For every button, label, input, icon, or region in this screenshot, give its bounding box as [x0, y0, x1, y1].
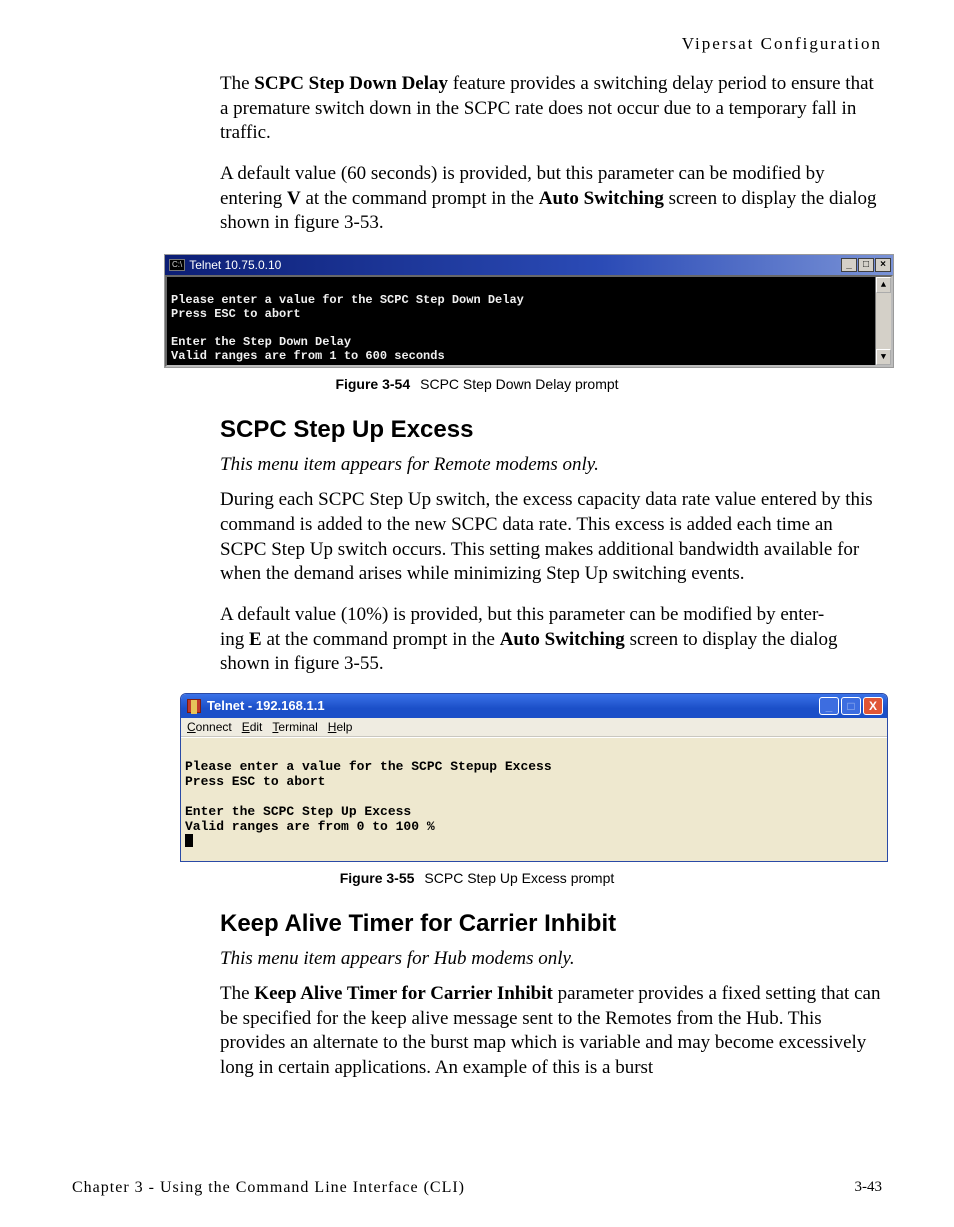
page-header: Vipersat Configuration [72, 34, 882, 54]
figure-text: SCPC Step Up Excess prompt [424, 870, 614, 886]
scroll-up-button[interactable]: ▲ [876, 277, 891, 293]
text-bold: Keep Alive Timer for Carrier Inhibit [254, 983, 553, 1004]
close-button[interactable]: X [863, 697, 883, 715]
menu-help[interactable]: Help [328, 720, 353, 734]
text: A default value (10%) is provided, but t… [220, 604, 824, 625]
footer-page-number: 3-43 [855, 1179, 883, 1197]
window-title: Telnet 10.75.0.10 [189, 258, 841, 272]
scrollbar[interactable]: ▲ ▼ [875, 277, 891, 365]
maximize-button[interactable]: □ [841, 697, 861, 715]
close-button[interactable]: × [875, 258, 891, 272]
text: ing [220, 629, 249, 650]
minimize-button[interactable]: _ [819, 697, 839, 715]
titlebar[interactable]: Telnet - 192.168.1.1 _ □ X [181, 694, 887, 718]
paragraph-scpc-step-down-1: The SCPC Step Down Delay feature provide… [220, 72, 882, 146]
telnet-icon [187, 699, 201, 713]
scroll-down-button[interactable]: ▼ [876, 349, 891, 365]
maximize-button[interactable]: □ [858, 258, 874, 272]
text-bold: Auto Switching [500, 629, 625, 650]
paragraph-step-up-1: During each SCPC Step Up switch, the exc… [220, 488, 882, 587]
text: The [220, 983, 254, 1004]
figure-caption-54: Figure 3-54 SCPC Step Down Delay prompt [72, 376, 882, 392]
telnet-window-1: C:\ Telnet 10.75.0.10 _ □ × Please enter… [164, 254, 894, 368]
cmd-icon: C:\ [169, 259, 185, 271]
text: at the command prompt in the [262, 629, 500, 650]
figure-label: Figure 3-54 [335, 376, 410, 392]
terminal-output[interactable]: Please enter a value for the SCPC Step D… [167, 277, 875, 365]
menu-terminal[interactable]: Terminal [272, 720, 317, 734]
text-bold: E [249, 629, 262, 650]
text: at the command prompt in the [301, 188, 539, 209]
terminal-output[interactable]: Please enter a value for the SCPC Stepup… [181, 737, 887, 861]
minimize-button[interactable]: _ [841, 258, 857, 272]
figure-label: Figure 3-55 [340, 870, 415, 886]
figure-text: SCPC Step Down Delay prompt [420, 376, 618, 392]
window-title: Telnet - 192.168.1.1 [207, 698, 819, 713]
text-bold: Auto Switching [539, 188, 664, 209]
note-hub-only: This menu item appears for Hub modems on… [220, 948, 882, 970]
paragraph-step-up-2: A default value (10%) is provided, but t… [220, 603, 882, 677]
paragraph-keep-alive-1: The Keep Alive Timer for Carrier Inhibit… [220, 982, 882, 1081]
telnet-window-2: Telnet - 192.168.1.1 _ □ X CConnectonnec… [180, 693, 888, 862]
text: The [220, 73, 254, 94]
heading-step-up-excess: SCPC Step Up Excess [220, 416, 882, 444]
paragraph-scpc-step-down-2: A default value (60 seconds) is provided… [220, 162, 882, 236]
footer-chapter: Chapter 3 - Using the Command Line Inter… [72, 1179, 465, 1197]
page-footer: Chapter 3 - Using the Command Line Inter… [72, 1179, 882, 1197]
cursor [185, 834, 193, 847]
menu-connect[interactable]: CConnectonnect [187, 720, 232, 734]
heading-keep-alive: Keep Alive Timer for Carrier Inhibit [220, 910, 882, 938]
text-bold: SCPC Step Down Delay [254, 73, 448, 94]
menubar[interactable]: CConnectonnect Edit Terminal Help [181, 718, 887, 737]
figure-caption-55: Figure 3-55 SCPC Step Up Excess prompt [72, 870, 882, 886]
titlebar[interactable]: C:\ Telnet 10.75.0.10 _ □ × [165, 255, 893, 275]
text-bold: V [287, 188, 301, 209]
note-remote-only: This menu item appears for Remote modems… [220, 454, 882, 476]
menu-edit[interactable]: Edit [242, 720, 263, 734]
